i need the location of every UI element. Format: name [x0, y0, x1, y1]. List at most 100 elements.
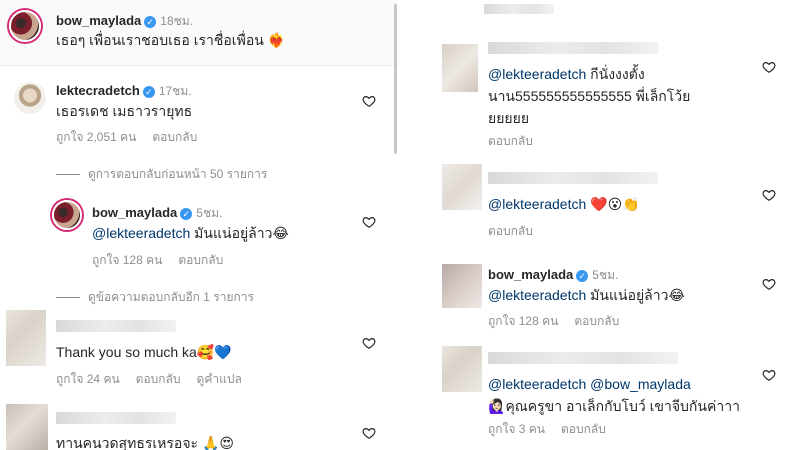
comment-text: Thank you so much ka🥰💙: [56, 342, 232, 363]
reply-button[interactable]: ตอบกลับ: [561, 422, 606, 436]
avatar[interactable]: [14, 82, 46, 114]
mention-link[interactable]: @lekteeradetch: [92, 225, 190, 241]
verified-icon: ✓: [144, 16, 157, 28]
left-comments-panel: bow_maylada ✓ 18ชม. เธอๆ เพื่อนเราชอบเธอ เ…: [0, 0, 398, 450]
blurred-username: [488, 352, 678, 364]
comment-body: กีนั่งงงตั้ง: [586, 66, 645, 82]
blurred-username: [484, 4, 554, 14]
comment-body: ทานคนวดสุทธรเหรอจะ: [56, 435, 199, 450]
timestamp: 5ชม.: [196, 206, 223, 220]
comment-meta: ถูกใจ 2,051 คน ตอบกลับ: [56, 128, 213, 147]
heart-icon[interactable]: [762, 277, 776, 291]
laughing-emoji: 😂: [668, 288, 685, 304]
view-previous-replies-label: ดูการตอบกลับก่อนหน้า 50 รายการ: [88, 167, 268, 181]
reply-button[interactable]: ตอบกลับ: [488, 134, 533, 148]
mention-link[interactable]: @lekteeradetch: [488, 66, 586, 82]
reply-button[interactable]: ตอบกลับ: [152, 130, 197, 144]
likes-count[interactable]: ถูกใจ 2,051 คน: [56, 130, 136, 144]
heart-icon[interactable]: [762, 368, 776, 382]
timestamp: 17ชม.: [158, 84, 192, 98]
mention-link[interactable]: @lekteeradetch: [488, 287, 586, 303]
mention-link[interactable]: @lekteeradetch: [488, 376, 586, 392]
comment-meta: ถูกใจ 128 คน ตอบกลับ: [92, 251, 239, 270]
username[interactable]: bow_maylada: [56, 13, 141, 28]
comment-text: เธอๆ เพื่อนเราชอบเธอ เราชื่อเพื่อน ❤️‍🔥: [56, 30, 285, 51]
likes-count[interactable]: ถูกใจ 24 คน: [56, 372, 120, 386]
heart-icon[interactable]: [762, 60, 776, 74]
blurred-username: [56, 320, 176, 332]
timestamp: 18ชม.: [160, 14, 194, 28]
comment-body: Thank you so much ka: [56, 344, 197, 360]
verified-icon: ✓: [576, 270, 589, 282]
smiling-hearts-emoji: 🥰💙: [196, 345, 232, 361]
heart-wow-clap-emoji: ❤️😮👏: [590, 197, 640, 213]
timestamp: 5ชม.: [592, 268, 619, 282]
comment-header: bow_maylada ✓ 18ชม.: [56, 12, 193, 31]
heart-icon[interactable]: [362, 336, 376, 350]
view-more-replies[interactable]: ดูข้อความตอบกลับอีก 1 รายการ: [56, 288, 254, 307]
username[interactable]: bow_maylada: [92, 205, 177, 220]
comment-header: bow_maylada ✓ 5ชม.: [92, 204, 222, 223]
comment-header: bow_maylada ✓ 5ชม.: [488, 266, 618, 285]
comment-body: เธอๆ เพื่อนเราชอบเธอ เราชื่อเพื่อน: [56, 32, 264, 48]
comment-meta: ถูกใจ 3 คน ตอบกลับ: [488, 420, 622, 439]
pray-heart-eyes-emoji: 🙏😍: [201, 436, 234, 450]
view-previous-replies[interactable]: ดูการตอบกลับก่อนหน้า 50 รายการ: [56, 165, 267, 184]
blurred-username: [488, 172, 658, 184]
heart-icon[interactable]: [362, 426, 376, 440]
blurred-username: [488, 42, 658, 54]
likes-count[interactable]: ถูกใจ 128 คน: [92, 253, 162, 267]
comment-text-line2: นาน555555555555555 พี่เล็กโว้ย: [488, 88, 691, 104]
heart-icon[interactable]: [762, 188, 776, 202]
verified-icon: ✓: [180, 208, 193, 220]
comment-meta: ถูกใจ 128 คน ตอบกลับ: [488, 312, 635, 331]
right-comments-panel: @lekteeradetch กีนั่งงงตั้ง นาน555555555…: [402, 0, 800, 450]
likes-count[interactable]: ถูกใจ 3 คน: [488, 422, 545, 436]
avatar[interactable]: [9, 10, 41, 42]
comment-text-line3: ยยยยย: [488, 110, 530, 126]
scrollbar[interactable]: [394, 4, 397, 154]
comment-text-line1: @lekteeradetch กีนั่งงงตั้ง: [488, 64, 645, 84]
reply-button[interactable]: ตอบกลับ: [136, 372, 181, 386]
comment-body: มันแน่อยู่ล้าว: [190, 225, 273, 241]
comment-header: lektecradetch ✓ 17ชม.: [56, 82, 192, 101]
comment-meta: ถูกใจ 24 คน ตอบกลับ ดูคำแปล: [56, 370, 258, 389]
comment-text-line2: 🙋🏻‍♀️คุณครูขา อาเล็กกับโบว์ เขาจีบกันค่า…: [488, 396, 740, 417]
translate-button[interactable]: ดูคำแปล: [197, 372, 242, 386]
laughing-emoji: 😂: [272, 226, 289, 242]
divider-line: [56, 174, 80, 175]
blurred-username: [56, 412, 176, 424]
avatar[interactable]: [52, 200, 82, 230]
comment-text: @lekteeradetch ❤️😮👏: [488, 194, 640, 215]
view-more-replies-label: ดูข้อความตอบกลับอีก 1 รายการ: [88, 290, 254, 304]
comment-text: ทานคนวดสุทธรเหรอจะ 🙏😍: [56, 433, 234, 450]
verified-icon: ✓: [142, 86, 155, 98]
divider-line: [56, 297, 80, 298]
likes-count[interactable]: ถูกใจ 128 คน: [488, 314, 558, 328]
username[interactable]: bow_maylada: [488, 267, 573, 282]
avatar-blurred[interactable]: [442, 44, 478, 92]
woman-raising-hand-emoji: 🙋🏻‍♀️: [488, 399, 506, 415]
comment-text-line1: @lekteeradetch @bow_maylada: [488, 374, 691, 394]
comment-body: คุณครูขา อาเล็กกับโบว์ เขาจีบกันค่าาา: [505, 398, 740, 414]
comment-meta: ตอบกลับ: [488, 222, 549, 241]
comment-text: @lekteeradetch มันแน่อยู่ล้าว😂: [92, 223, 289, 244]
mention-link[interactable]: @lekteeradetch: [488, 196, 586, 212]
comment-body: มันแน่อยู่ล้าว: [586, 287, 669, 303]
comment-text: เธอรเดช เมธาวรายุทธ: [56, 103, 193, 119]
avatar-blurred[interactable]: [442, 346, 482, 392]
reply-button[interactable]: ตอบกลับ: [488, 224, 533, 238]
reply-button[interactable]: ตอบกลับ: [574, 314, 619, 328]
avatar-blurred[interactable]: [442, 164, 482, 210]
avatar-blurred[interactable]: [6, 404, 48, 450]
comment-meta: ตอบกลับ: [488, 132, 549, 151]
comment-text: @lekteeradetch มันแน่อยู่ล้าว😂: [488, 285, 685, 306]
mention-link[interactable]: @bow_maylada: [590, 376, 691, 392]
heart-icon[interactable]: [362, 215, 376, 229]
heart-on-fire-emoji: ❤️‍🔥: [267, 33, 286, 49]
heart-icon[interactable]: [362, 94, 376, 108]
username[interactable]: lektecradetch: [56, 83, 140, 98]
avatar-blurred[interactable]: [442, 264, 482, 308]
reply-button[interactable]: ตอบกลับ: [178, 253, 223, 267]
avatar-blurred[interactable]: [6, 310, 46, 366]
